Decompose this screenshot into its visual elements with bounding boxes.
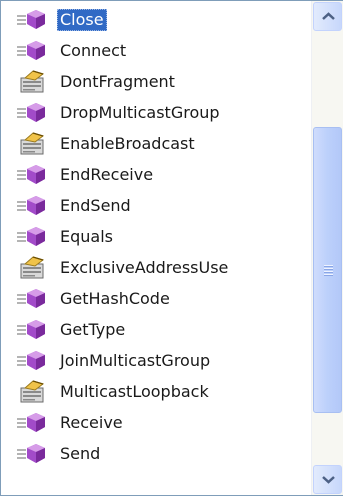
scroll-thumb[interactable] [313, 127, 342, 413]
list-item-label: JoinMulticastGroup [60, 351, 211, 370]
intellisense-member-list[interactable]: Close Connect DontFragment DropMulticastGro… [0, 0, 343, 496]
method-icon [15, 409, 51, 435]
method-icon [15, 440, 51, 466]
method-icon [15, 316, 51, 342]
list-item[interactable]: Receive [1, 406, 311, 437]
list-item[interactable]: Connect [1, 34, 311, 65]
method-icon [15, 347, 51, 373]
list-item[interactable]: DontFragment [1, 65, 311, 96]
property-icon [15, 130, 51, 156]
list-item[interactable]: MulticastLoopback [1, 375, 311, 406]
method-icon [15, 161, 51, 187]
list-item-label: Connect [60, 41, 127, 60]
member-list: Close Connect DontFragment DropMulticastGro… [1, 1, 311, 495]
list-item-label: MulticastLoopback [60, 382, 209, 401]
method-icon [15, 285, 51, 311]
list-item-label: Close [57, 9, 107, 31]
chevron-up-icon [322, 12, 335, 20]
chevron-down-icon [322, 476, 335, 484]
list-item-label: GetType [60, 320, 126, 339]
property-icon [15, 68, 51, 94]
list-item[interactable]: EnableBroadcast [1, 127, 311, 158]
list-item-label: Equals [60, 227, 113, 246]
list-item[interactable]: EndSend [1, 189, 311, 220]
list-item[interactable]: GetType [1, 313, 311, 344]
list-item-label: GetHashCode [60, 289, 170, 308]
method-icon [15, 192, 51, 218]
property-icon [15, 254, 51, 280]
list-item-label: EndSend [60, 196, 131, 215]
list-item[interactable]: JoinMulticastGroup [1, 344, 311, 375]
list-item[interactable]: GetHashCode [1, 282, 311, 313]
scroll-down-button[interactable] [313, 465, 342, 494]
method-icon [15, 223, 51, 249]
list-item-label: ExclusiveAddressUse [60, 258, 229, 277]
list-item-label: Receive [60, 413, 123, 432]
list-item-label: EnableBroadcast [60, 134, 195, 153]
list-item[interactable]: DropMulticastGroup [1, 96, 311, 127]
list-item-label: DropMulticastGroup [60, 103, 220, 122]
vertical-scrollbar[interactable] [311, 1, 343, 495]
list-item[interactable]: ExclusiveAddressUse [1, 251, 311, 282]
list-item[interactable]: Equals [1, 220, 311, 251]
list-item[interactable]: EndReceive [1, 158, 311, 189]
list-item-label: Send [60, 444, 101, 463]
scroll-up-button[interactable] [313, 2, 342, 31]
property-icon [15, 378, 51, 404]
method-icon [15, 6, 51, 32]
list-item[interactable]: Close [1, 3, 311, 34]
list-item[interactable]: Send [1, 437, 311, 468]
thumb-grip-icon [324, 265, 333, 276]
list-item-label: EndReceive [60, 165, 154, 184]
list-item-label: DontFragment [60, 72, 175, 91]
method-icon [15, 37, 51, 63]
method-icon [15, 99, 51, 125]
